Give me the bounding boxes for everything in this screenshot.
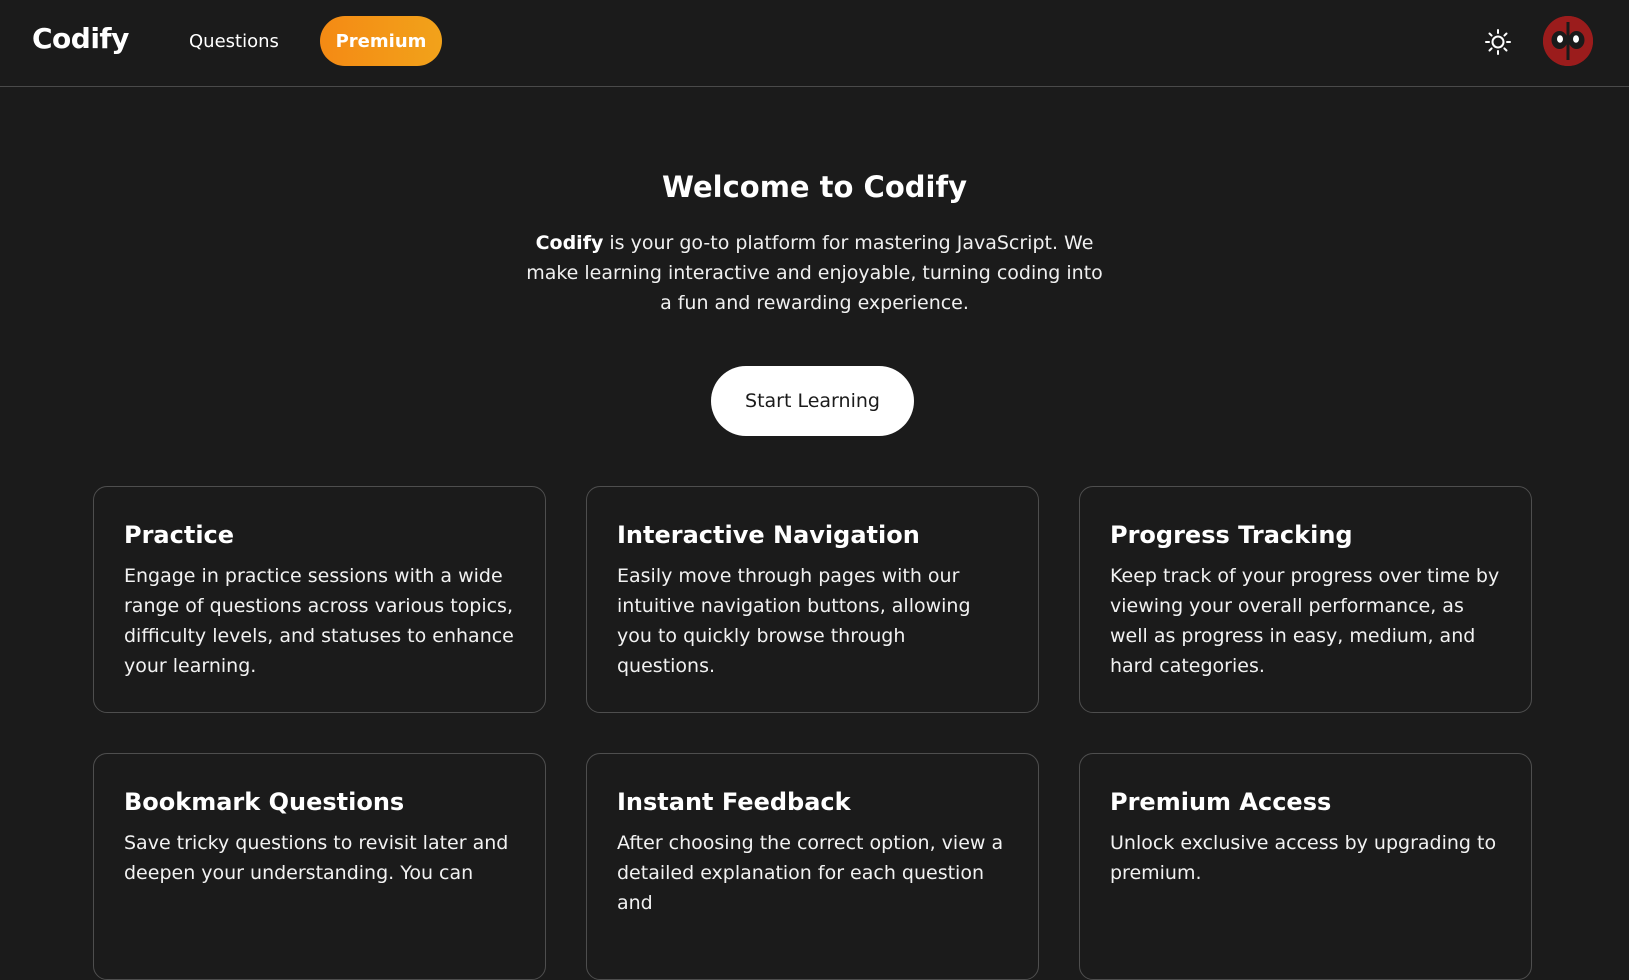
hero-desc-text: is your go-to platform for mastering Jav… [526,232,1103,314]
feature-text: After choosing the correct option, view … [617,832,1004,914]
hero-desc-brand: Codify [535,232,604,254]
feature-title: Progress Tracking [1110,521,1353,549]
feature-card-interactive-navigation: Interactive Navigation Easily move throu… [586,486,1039,713]
nav-questions-link[interactable]: Questions [189,31,279,52]
theme-toggle-button[interactable] [1480,24,1516,60]
feature-card-premium-access: Premium Access Unlock exclusive access b… [1079,753,1532,980]
feature-title: Bookmark Questions [124,788,405,816]
feature-text: Easily move through pages with our intui… [617,565,971,677]
feature-title: Instant Feedback [617,788,851,816]
hero-title: Welcome to Codify [662,170,967,204]
feature-card-instant-feedback: Instant Feedback After choosing the corr… [586,753,1039,980]
feature-text: Unlock exclusive access by upgrading to … [1110,832,1497,884]
feature-card-progress-tracking: Progress Tracking Keep track of your pro… [1079,486,1532,713]
feature-card-practice: Practice Engage in practice sessions wit… [93,486,546,713]
feature-title: Practice [124,521,235,549]
feature-title: Interactive Navigation [617,521,920,549]
feature-text: Keep track of your progress over time by… [1110,565,1500,677]
premium-button[interactable]: Premium [320,16,442,66]
deadpool-avatar-icon [1543,16,1593,66]
sun-icon [1485,29,1511,55]
feature-card-bookmark-questions: Bookmark Questions Save tricky questions… [93,753,546,980]
user-avatar[interactable] [1543,16,1593,66]
top-navbar: Codify Questions Premium [0,0,1629,87]
feature-title: Premium Access [1110,788,1332,816]
hero-section: Welcome to Codify Codify is your go-to p… [0,170,1629,318]
hero-description: Codify is your go-to platform for master… [525,228,1105,318]
logo[interactable]: Codify [32,22,129,55]
feature-text: Save tricky questions to revisit later a… [124,832,509,884]
feature-text: Engage in practice sessions with a wide … [124,565,514,677]
start-learning-button[interactable]: Start Learning [711,366,914,436]
